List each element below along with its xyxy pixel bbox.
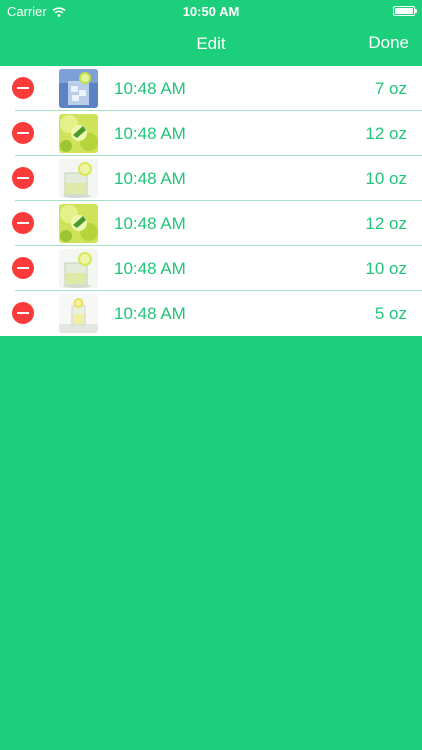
entry-amount: 12 oz <box>365 124 407 143</box>
entry-amount: 5 oz <box>374 304 407 323</box>
entry-amount: 10 oz <box>365 259 407 278</box>
delete-icon[interactable] <box>12 257 34 279</box>
table-row[interactable]: 10:48 AM 10 oz <box>0 156 422 201</box>
status-time: 10:50 AM <box>182 4 240 19</box>
table-row[interactable]: 10:48 AM 12 oz <box>0 111 422 156</box>
entry-time: 10:48 AM <box>114 214 186 233</box>
table-row[interactable]: 10:48 AM 10 oz <box>0 246 422 291</box>
entry-time: 10:48 AM <box>114 304 186 323</box>
delete-icon[interactable] <box>12 122 34 144</box>
entry-amount: 7 oz <box>374 79 407 98</box>
lemon-water-glass-image <box>59 159 98 198</box>
navigation-bar: Edit Done <box>0 22 422 66</box>
entry-amount: 12 oz <box>365 214 407 233</box>
delete-icon[interactable] <box>12 167 34 189</box>
lime-mint-drink-image <box>59 114 98 153</box>
nav-title: Edit <box>196 34 226 53</box>
delete-icon[interactable] <box>12 212 34 234</box>
done-button[interactable]: Done <box>368 33 409 53</box>
lime-mint-drink-image <box>59 204 98 243</box>
table-row[interactable]: 10:48 AM 5 oz <box>0 291 422 336</box>
entry-time: 10:48 AM <box>114 124 186 143</box>
table-row[interactable]: 10:48 AM 12 oz <box>0 201 422 246</box>
entry-time: 10:48 AM <box>114 169 186 188</box>
delete-icon[interactable] <box>12 302 34 324</box>
entry-amount: 10 oz <box>365 169 407 188</box>
lemon-water-glass-image <box>59 249 98 288</box>
table-row[interactable]: 10:48 AM 7 oz <box>0 66 422 111</box>
delete-icon[interactable] <box>12 77 34 99</box>
ice-water-drink-image <box>59 69 98 108</box>
entry-time: 10:48 AM <box>114 259 186 278</box>
small-lemon-glass-image <box>59 294 98 333</box>
battery-icon <box>393 6 417 16</box>
entries-table: 10:48 AM 7 oz 10:48 AM 12 oz 10:48 AM 10… <box>0 66 422 336</box>
entry-time: 10:48 AM <box>114 79 186 98</box>
status-bar: Carrier 10:50 AM <box>0 0 422 22</box>
